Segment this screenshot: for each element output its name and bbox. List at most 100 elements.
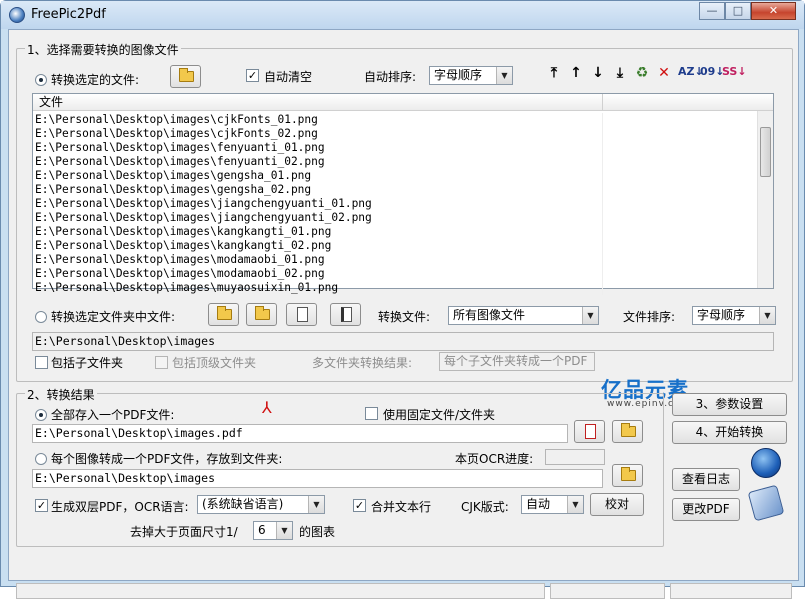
file-list-item[interactable]: E:\Personal\Desktop\images\kangkangti_02… bbox=[33, 239, 603, 253]
sort-custom-icon[interactable]: SS↓ bbox=[722, 65, 747, 78]
file-list-scrollbar[interactable] bbox=[757, 111, 773, 288]
select-pdf-button[interactable] bbox=[574, 420, 605, 443]
convert-folder-label: 转换选定文件夹中文件: bbox=[51, 310, 176, 324]
file-sort-value: 字母顺序 bbox=[697, 308, 746, 322]
multi-folder-result-select[interactable]: 每个子文件夹转成一个PDF bbox=[439, 352, 595, 371]
convert-selected-files-radio[interactable] bbox=[35, 74, 47, 86]
close-button[interactable]: ✕ bbox=[751, 2, 796, 20]
file-column-header[interactable]: 文件 bbox=[33, 94, 603, 111]
maximize-button[interactable]: □ bbox=[725, 2, 751, 20]
chevron-down-icon: ▼ bbox=[567, 496, 583, 513]
browse-pdf-button[interactable] bbox=[612, 420, 643, 443]
cjk-layout-value: 自动 bbox=[526, 497, 551, 511]
move-up-icon[interactable]: ↑ bbox=[568, 65, 584, 81]
convert-folder-radio[interactable] bbox=[35, 311, 47, 323]
file-list-item[interactable]: E:\Personal\Desktop\images\cjkFonts_01.p… bbox=[33, 113, 603, 127]
settings-button[interactable]: 3、参数设置 bbox=[672, 393, 787, 416]
output-folder-field[interactable]: E:\Personal\Desktop\images bbox=[32, 469, 603, 488]
move-bottom-icon[interactable]: ⤓ bbox=[612, 65, 628, 81]
file-list-item[interactable]: E:\Personal\Desktop\images\fenyuanti_01.… bbox=[33, 141, 603, 155]
ocr-language-value: (系统缺省语言) bbox=[202, 497, 284, 511]
folder-settings-button[interactable] bbox=[246, 303, 277, 326]
chevron-down-icon: ▼ bbox=[496, 67, 512, 84]
convert-selected-files-label: 转换选定的文件: bbox=[51, 73, 140, 87]
ocr-language-select[interactable]: (系统缺省语言) ▼ bbox=[197, 495, 325, 514]
single-pdf-label: 全部存入一个PDF文件: bbox=[51, 408, 175, 422]
status-pane-1 bbox=[16, 583, 545, 599]
delete-icon[interactable]: ✕ bbox=[656, 65, 672, 81]
file-list-item[interactable]: E:\Personal\Desktop\images\gengsha_02.pn… bbox=[33, 183, 603, 197]
sort-09-icon[interactable]: 09↓ bbox=[700, 65, 725, 78]
file-list-item[interactable]: E:\Personal\Desktop\images\muyaosuixin_0… bbox=[33, 281, 603, 295]
convert-files-select[interactable]: 所有图像文件 ▼ bbox=[448, 306, 599, 325]
folder-open-icon bbox=[217, 306, 232, 320]
multi-folder-result-label: 多文件夹转换结果: bbox=[312, 356, 413, 370]
browse-folder-button[interactable] bbox=[208, 303, 239, 326]
auto-sort-select[interactable]: 字母顺序 ▼ bbox=[429, 66, 513, 85]
add-files-button[interactable] bbox=[170, 65, 201, 88]
move-top-icon[interactable]: ⤒ bbox=[546, 65, 562, 81]
folder-tree-button[interactable] bbox=[330, 303, 361, 326]
browse-output-folder-button[interactable] bbox=[612, 464, 643, 487]
include-subfolders-label: 包括子文件夹 bbox=[51, 356, 124, 370]
convert-files-label: 转换文件: bbox=[378, 310, 431, 324]
view-log-button[interactable]: 查看日志 bbox=[672, 468, 740, 491]
globe-icon[interactable] bbox=[751, 448, 781, 478]
remove-ratio-value: 6 bbox=[258, 523, 266, 537]
ocr-progress-label: 本页OCR进度: bbox=[455, 452, 534, 466]
chevron-down-icon: ▼ bbox=[582, 307, 598, 324]
title-bar: FreePic2Pdf — □ ✕ bbox=[1, 1, 804, 29]
cjk-layout-label: CJK版式: bbox=[461, 500, 509, 514]
scrollbar-thumb[interactable] bbox=[760, 127, 771, 177]
multi-folder-result-value: 每个子文件夹转成一个PDF bbox=[444, 354, 588, 368]
status-pane-3 bbox=[670, 583, 792, 599]
ocr-progress-bar bbox=[545, 449, 605, 465]
pdf-path-field[interactable]: E:\Personal\Desktop\images.pdf bbox=[32, 424, 568, 443]
auto-clear-checkbox[interactable]: ✓ bbox=[246, 69, 259, 82]
file-list-item[interactable]: E:\Personal\Desktop\images\kangkangti_01… bbox=[33, 225, 603, 239]
sort-az-icon[interactable]: AZ↓ bbox=[678, 65, 704, 78]
remove-images-prefix: 去掉大于页面尺寸1/ bbox=[130, 525, 238, 539]
each-pdf-label: 每个图像转成一个PDF文件，存放到文件夹: bbox=[51, 452, 283, 466]
file-list-item[interactable]: E:\Personal\Desktop\images\modamaobi_02.… bbox=[33, 267, 603, 281]
start-convert-button[interactable]: 4、开始转换 bbox=[672, 421, 787, 444]
client-area: 1、选择需要转换的图像文件 转换选定的文件: ✓ 自动清空 自动排序: 字母顺序… bbox=[8, 29, 799, 599]
chevron-down-icon: ▼ bbox=[308, 496, 324, 513]
window-title: FreePic2Pdf bbox=[31, 7, 106, 22]
move-down-icon[interactable]: ↓ bbox=[590, 65, 606, 81]
tree-icon bbox=[341, 307, 352, 322]
each-pdf-radio[interactable] bbox=[35, 453, 47, 465]
edit-pdf-icon[interactable] bbox=[747, 484, 785, 522]
dual-layer-checkbox[interactable]: ✓ bbox=[35, 499, 48, 512]
merge-lines-checkbox[interactable]: ✓ bbox=[353, 499, 366, 512]
output-group-legend: 2、转换结果 bbox=[25, 386, 97, 403]
file-list-item[interactable]: E:\Personal\Desktop\images\jiangchengyua… bbox=[33, 211, 603, 225]
recycle-bin-icon[interactable]: ♻ bbox=[634, 65, 650, 81]
file-list-item[interactable]: E:\Personal\Desktop\images\cjkFonts_02.p… bbox=[33, 127, 603, 141]
file-sort-select[interactable]: 字母顺序 ▼ bbox=[692, 306, 776, 325]
pdf-icon: ⅄ bbox=[262, 398, 272, 417]
include-top-folder-label: 包括顶级文件夹 bbox=[172, 356, 257, 370]
folder-path-field[interactable]: E:\Personal\Desktop\images bbox=[32, 332, 774, 351]
file-list-button[interactable] bbox=[286, 303, 317, 326]
include-subfolders-checkbox[interactable] bbox=[35, 356, 48, 369]
fixed-file-checkbox[interactable] bbox=[365, 407, 378, 420]
file-list-item[interactable]: E:\Personal\Desktop\images\gengsha_01.pn… bbox=[33, 169, 603, 183]
convert-files-value: 所有图像文件 bbox=[453, 308, 526, 322]
auto-sort-label: 自动排序: bbox=[364, 70, 417, 84]
folder-open-icon bbox=[179, 68, 194, 82]
change-pdf-button[interactable]: 更改PDF bbox=[672, 498, 740, 521]
single-pdf-radio[interactable] bbox=[35, 409, 47, 421]
file-list-item[interactable]: E:\Personal\Desktop\images\modamaobi_01.… bbox=[33, 253, 603, 267]
auto-clear-label: 自动清空 bbox=[264, 70, 313, 84]
proofread-button[interactable]: 校对 bbox=[590, 493, 644, 516]
remove-ratio-select[interactable]: 6 ▼ bbox=[253, 521, 293, 540]
file-list-item[interactable]: E:\Personal\Desktop\images\jiangchengyua… bbox=[33, 197, 603, 211]
cjk-layout-select[interactable]: 自动 ▼ bbox=[521, 495, 584, 514]
minimize-button[interactable]: — bbox=[699, 2, 725, 20]
chevron-down-icon: ▼ bbox=[759, 307, 775, 324]
include-top-folder-checkbox[interactable] bbox=[155, 356, 168, 369]
file-list-item[interactable]: E:\Personal\Desktop\images\fenyuanti_02.… bbox=[33, 155, 603, 169]
file-list[interactable]: 文件 E:\Personal\Desktop\images\cjkFonts_0… bbox=[32, 93, 774, 295]
folder-gear-icon bbox=[255, 306, 270, 320]
